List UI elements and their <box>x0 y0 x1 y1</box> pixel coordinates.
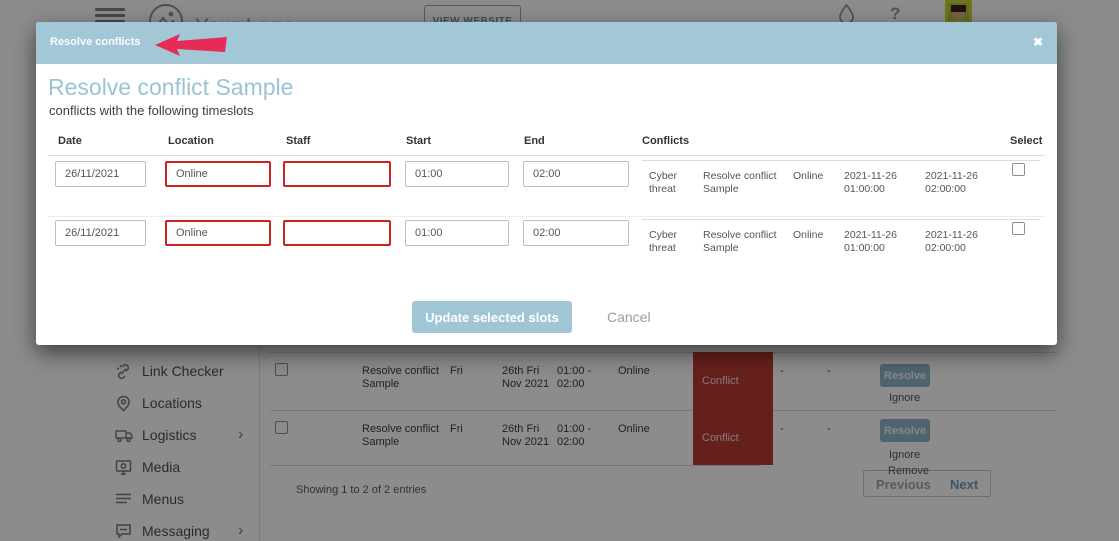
conflict-details: Cyber threat Resolve conflict Sample Onl… <box>642 160 1040 161</box>
start-time-input[interactable] <box>405 220 509 246</box>
conflict-details: Cyber threat Resolve conflict Sample Onl… <box>642 219 1040 220</box>
modal-title: Resolve conflicts <box>50 36 140 48</box>
start-time-input[interactable] <box>405 161 509 187</box>
modal-header: Resolve conflicts ✖ <box>36 22 1057 64</box>
conflict-group: Cyber threat <box>649 170 694 196</box>
date-input[interactable] <box>55 161 146 187</box>
location-input[interactable] <box>165 220 271 246</box>
end-time-input[interactable] <box>523 220 629 246</box>
conflict-group: Cyber threat <box>649 229 694 255</box>
cancel-button[interactable]: Cancel <box>607 309 651 325</box>
modal-heading: Resolve conflict Sample <box>48 74 293 101</box>
end-time-input[interactable] <box>523 161 629 187</box>
staff-input[interactable] <box>283 161 391 187</box>
annotation-arrow-icon <box>153 32 229 63</box>
select-checkbox[interactable] <box>1012 163 1025 176</box>
conflict-name: Resolve conflict Sample <box>703 170 791 196</box>
conflict-end: 2021-11-26 02:00:00 <box>925 170 1000 196</box>
update-selected-slots-button[interactable]: Update selected slots <box>412 301 572 333</box>
conflict-location: Online <box>793 170 838 183</box>
conflict-location: Online <box>793 229 838 242</box>
staff-input[interactable] <box>283 220 391 246</box>
conflict-end: 2021-11-26 02:00:00 <box>925 229 1000 255</box>
column-header-select: Select <box>1010 135 1042 147</box>
column-header-conflicts: Conflicts <box>642 135 689 147</box>
date-input[interactable] <box>55 220 146 246</box>
conflict-start: 2021-11-26 01:00:00 <box>844 170 914 196</box>
select-checkbox[interactable] <box>1012 222 1025 235</box>
column-header-end: End <box>524 135 545 147</box>
close-icon[interactable]: ✖ <box>1033 35 1043 49</box>
resolve-conflicts-modal: Resolve conflicts ✖ Resolve conflict Sam… <box>36 22 1057 345</box>
modal-subheading: conflicts with the following timeslots <box>49 103 253 118</box>
column-header-date: Date <box>58 135 82 147</box>
conflict-start: 2021-11-26 01:00:00 <box>844 229 914 255</box>
column-header-start: Start <box>406 135 431 147</box>
column-header-location: Location <box>168 135 214 147</box>
column-header-staff: Staff <box>286 135 310 147</box>
conflict-name: Resolve conflict Sample <box>703 229 791 255</box>
location-input[interactable] <box>165 161 271 187</box>
